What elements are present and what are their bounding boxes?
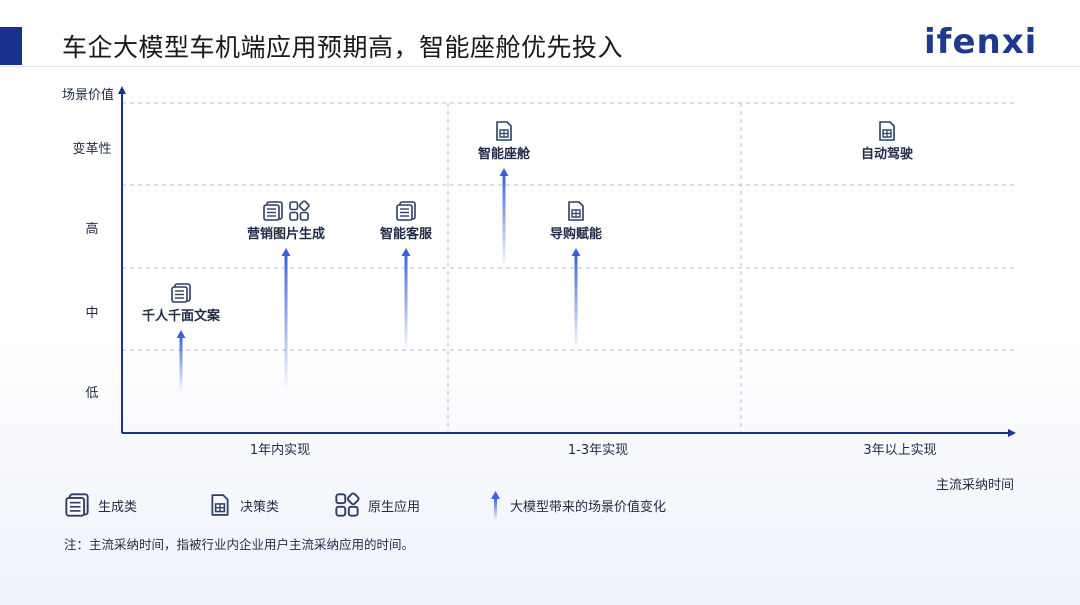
axes bbox=[118, 86, 1016, 437]
scenario-node: 营销图片生成 bbox=[247, 200, 325, 242]
document-table-icon bbox=[879, 121, 895, 141]
scenario-node: 千人千面文案 bbox=[142, 283, 221, 324]
document-stack-icon bbox=[171, 283, 191, 303]
scenario-node: 导购赋能 bbox=[550, 201, 602, 242]
scenario-node-label: 自动驾驶 bbox=[861, 146, 913, 162]
scenario-node: 智能客服 bbox=[380, 201, 433, 242]
scenario-node-label: 营销图片生成 bbox=[247, 226, 325, 242]
document-stack-icon bbox=[65, 493, 89, 517]
scenario-node: 自动驾驶 bbox=[861, 121, 913, 162]
value-change-arrow bbox=[401, 248, 411, 352]
legend-arrow-label: 大模型带来的场景价值变化 bbox=[510, 499, 667, 515]
scenario-node-label: 导购赋能 bbox=[550, 226, 602, 242]
value-change-arrow bbox=[499, 168, 509, 268]
footnote: 注：主流采纳时间，指被行业内企业用户主流采纳应用的时间。 bbox=[64, 537, 415, 552]
document-table-icon bbox=[496, 121, 512, 141]
document-stack-icon bbox=[263, 201, 283, 221]
y-level-label: 高 bbox=[85, 221, 98, 237]
y-level-labels: 变革性高中低 bbox=[72, 141, 111, 401]
app-grid-icon bbox=[335, 492, 360, 517]
legend-generative: 生成类 bbox=[64, 490, 137, 520]
value-change-arrow bbox=[176, 330, 186, 392]
y-level-label: 中 bbox=[85, 306, 98, 321]
y-axis-arrowhead bbox=[118, 86, 126, 94]
x-column-label: 1-3年实现 bbox=[568, 443, 628, 458]
value-change-arrows bbox=[176, 168, 581, 392]
scenario-node: 智能座舱 bbox=[478, 121, 531, 162]
legend-arrow: 大模型带来的场景价值变化 bbox=[490, 490, 666, 520]
value-change-arrow bbox=[571, 248, 581, 352]
document-stack-icon bbox=[396, 201, 416, 221]
gradient-arrow-icon bbox=[491, 491, 500, 520]
legend-native-label: 原生应用 bbox=[368, 499, 421, 515]
scenario-nodes: 千人千面文案 营销图片生成 智能客服 智能座舱导购赋能 自动驾驶 bbox=[142, 121, 913, 324]
legend-native: 原生应用 bbox=[334, 490, 420, 520]
document-table-icon bbox=[211, 494, 229, 516]
value-timeline-matrix: 变革性高中低 1年内实现 1-3年实现 3年以上实现 千人千面文案 营销图片生成 智能客… bbox=[72, 86, 1016, 458]
value-change-arrow bbox=[281, 248, 291, 392]
x-column-label: 1年内实现 bbox=[250, 442, 310, 458]
scenario-node-label: 千人千面文案 bbox=[142, 308, 221, 324]
legend-generative-label: 生成类 bbox=[98, 499, 138, 515]
legend-decision: 决策类 bbox=[208, 490, 279, 520]
app-grid-icon bbox=[289, 200, 310, 221]
document-table-icon bbox=[568, 201, 584, 221]
legend-decision-label: 决策类 bbox=[240, 499, 280, 515]
y-level-label: 变革性 bbox=[72, 141, 111, 157]
x-axis-arrowhead bbox=[1008, 429, 1016, 437]
x-column-label: 3年以上实现 bbox=[863, 443, 936, 458]
scenario-node-label: 智能座舱 bbox=[478, 146, 531, 162]
scenario-node-label: 智能客服 bbox=[380, 226, 433, 242]
x-column-labels: 1年内实现 1-3年实现 3年以上实现 bbox=[250, 442, 937, 458]
y-level-label: 低 bbox=[85, 386, 98, 401]
